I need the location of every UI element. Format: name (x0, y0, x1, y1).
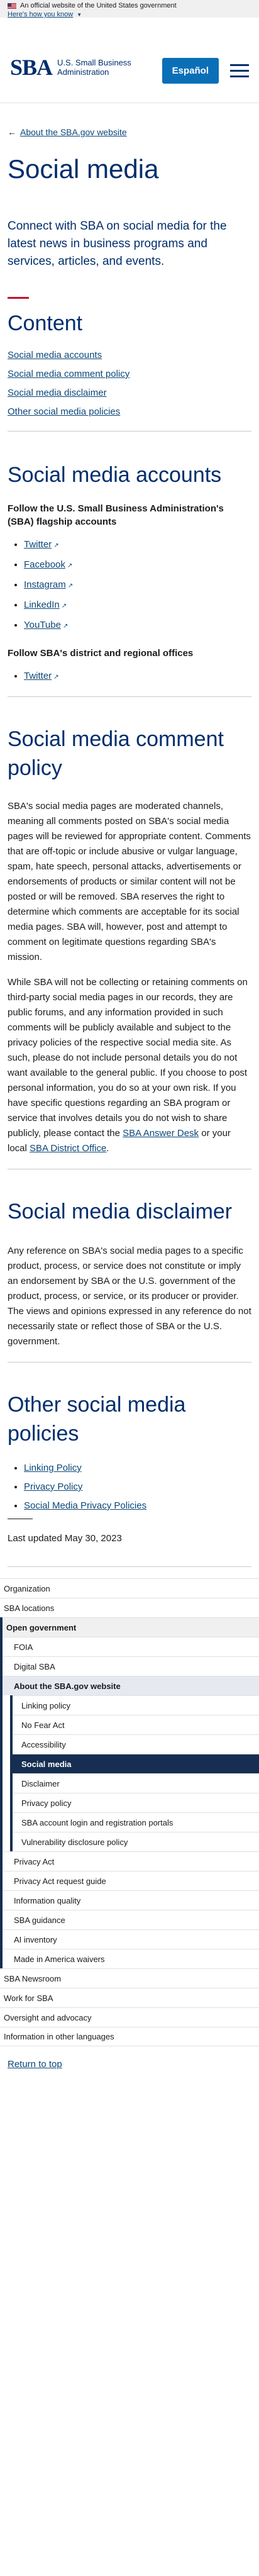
logo-line-2: Administration (57, 67, 109, 77)
flagship-heading: Follow the U.S. Small Business Administr… (8, 503, 224, 527)
external-link-icon: ↗ (53, 542, 59, 549)
divider (8, 1362, 251, 1363)
logo-text: U.S. Small Business Administration (57, 58, 131, 77)
other-policies-heading: Other social media policies (8, 1393, 186, 1446)
linkedin-link[interactable]: LinkedIn (24, 599, 60, 610)
regional-twitter-link[interactable]: Twitter (24, 671, 52, 681)
external-link-icon: ↗ (61, 603, 67, 610)
nav-about-site[interactable]: About the SBA.gov website (3, 1676, 259, 1695)
toc-link-accounts[interactable]: Social media accounts (8, 350, 102, 360)
espanol-button[interactable]: Español (162, 58, 219, 84)
nav-foia[interactable]: FOIA (3, 1637, 259, 1656)
logo-line-1: U.S. Small Business (57, 58, 131, 67)
nav-sba-locations[interactable]: SBA locations (0, 1598, 259, 1617)
site-header: SBA U.S. Small Business Administration E… (0, 18, 259, 103)
nav-disclaimer[interactable]: Disclaimer (13, 1773, 259, 1793)
nav-social-media[interactable]: Social media (13, 1754, 259, 1773)
side-navigation: Organization SBA locations Open governme… (0, 1566, 259, 2046)
accent-rule (8, 297, 29, 299)
main-content: ← About the SBA.gov website Social media… (0, 127, 259, 1544)
arrow-left-icon: ← (8, 127, 16, 137)
disclaimer-text: Any reference on SBA's social media page… (8, 1246, 251, 1347)
page-lede: Connect with SBA on social media for the… (8, 220, 227, 268)
district-office-link[interactable]: SBA District Office (30, 1143, 106, 1154)
content-heading: Content (8, 311, 83, 335)
youtube-link[interactable]: YouTube (24, 620, 61, 630)
privacy-policy-link[interactable]: Privacy Policy (24, 1481, 82, 1492)
nav-accessibility[interactable]: Accessibility (13, 1734, 259, 1754)
us-flag-icon (8, 3, 16, 9)
accounts-heading: Social media accounts (8, 463, 222, 487)
nav-work-for-sba[interactable]: Work for SBA (0, 1988, 259, 2007)
divider (8, 1566, 251, 1567)
sba-logo[interactable]: SBA U.S. Small Business Administration (10, 54, 131, 81)
nav-organization[interactable]: Organization (0, 1578, 259, 1598)
nav-privacy-act-guide[interactable]: Privacy Act request guide (3, 1871, 259, 1890)
instagram-link[interactable]: Instagram (24, 579, 66, 590)
nav-privacy-act[interactable]: Privacy Act (3, 1851, 259, 1871)
regional-heading: Follow SBA's district and regional offic… (8, 648, 194, 659)
nav-no-fear-act[interactable]: No Fear Act (13, 1715, 259, 1734)
linking-policy-link[interactable]: Linking Policy (24, 1463, 82, 1473)
external-link-icon: ↗ (67, 583, 74, 589)
how-you-know-link[interactable]: Here's how you know (8, 11, 73, 19)
nav-vulnerability-disclosure[interactable]: Vulnerability disclosure policy (13, 1832, 259, 1851)
nav-group-open-government: Open government FOIA Digital SBA About t… (0, 1617, 259, 1968)
regional-links: Twitter↗ (24, 670, 251, 684)
gov-banner: An official website of the United States… (0, 0, 259, 18)
other-policies-links: Linking Policy Privacy Policy Social Med… (24, 1462, 251, 1512)
divider (8, 696, 251, 697)
nav-newsroom[interactable]: SBA Newsroom (0, 1968, 259, 1988)
last-updated: Last updated May 30, 2023 (8, 1533, 122, 1544)
flagship-links: Twitter↗ Facebook↗ Instagram↗ LinkedIn↗ … (24, 538, 251, 633)
toc-link-comment-policy[interactable]: Social media comment policy (8, 369, 130, 379)
nav-linking-policy[interactable]: Linking policy (13, 1695, 259, 1715)
comment-policy-para-2: While SBA will not be collecting or reta… (8, 977, 248, 1154)
nav-oversight[interactable]: Oversight and advocacy (0, 2007, 259, 2027)
nav-sba-guidance[interactable]: SBA guidance (3, 1910, 259, 1929)
breadcrumb-link[interactable]: About the SBA.gov website (20, 127, 127, 137)
external-link-icon: ↗ (53, 674, 59, 681)
nav-ai-inventory[interactable]: AI inventory (3, 1929, 259, 1949)
nav-open-government[interactable]: Open government (3, 1617, 259, 1637)
comment-policy-heading: Social media comment policy (8, 727, 224, 780)
return-to-top-link[interactable]: Return to top (8, 2059, 259, 2070)
external-link-icon: ↗ (62, 623, 69, 630)
chevron-down-icon: ▼ (77, 12, 82, 18)
external-link-icon: ↗ (67, 562, 73, 569)
twitter-link[interactable]: Twitter (24, 539, 52, 550)
disclaimer-heading: Social media disclaimer (8, 1200, 233, 1224)
comment-policy-para-1: SBA's social media pages are moderated c… (8, 801, 251, 962)
nav-made-in-america[interactable]: Made in America waivers (3, 1949, 259, 1968)
hamburger-menu-icon[interactable] (230, 64, 249, 77)
toc-link-other-policies[interactable]: Other social media policies (8, 406, 120, 417)
nav-group-about-site: Linking policy No Fear Act Accessibility… (10, 1695, 259, 1851)
divider (8, 431, 251, 432)
nav-account-login[interactable]: SBA account login and registration porta… (13, 1812, 259, 1832)
breadcrumb: ← About the SBA.gov website (8, 127, 251, 137)
official-site-text: An official website of the United States… (20, 2, 177, 9)
nav-information-quality[interactable]: Information quality (3, 1890, 259, 1910)
toc-link-disclaimer[interactable]: Social media disclaimer (8, 388, 107, 398)
page-title: Social media (8, 154, 159, 184)
nav-privacy-policy[interactable]: Privacy policy (13, 1793, 259, 1812)
social-media-privacy-link[interactable]: Social Media Privacy Policies (24, 1500, 146, 1511)
answer-desk-link[interactable]: SBA Answer Desk (123, 1128, 199, 1139)
facebook-link[interactable]: Facebook (24, 559, 65, 570)
logo-mark: SBA (10, 55, 53, 80)
content-toc: Social media accounts Social media comme… (8, 349, 251, 418)
nav-digital-sba[interactable]: Digital SBA (3, 1656, 259, 1676)
nav-other-languages[interactable]: Information in other languages (0, 2027, 259, 2046)
